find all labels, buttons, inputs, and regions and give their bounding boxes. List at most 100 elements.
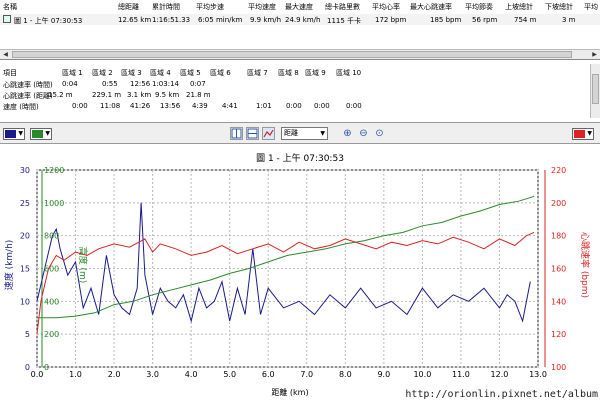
zone-hdr-4[interactable]: 區域 4 xyxy=(150,68,171,78)
zone-hdr-10[interactable]: 區域 10 xyxy=(336,68,361,78)
val-ascent: 754 m xyxy=(514,16,537,24)
x-tick-label: 1.0 xyxy=(69,370,82,379)
left-axis-color-picker[interactable]: ▼ xyxy=(3,128,25,140)
altitude-tick-label: 200 xyxy=(44,330,59,339)
x-tick-label: 5.0 xyxy=(223,370,236,379)
chart-grid xyxy=(36,169,539,368)
altitude-tick-label: 1200 xyxy=(44,166,64,175)
zone-vscrollbar[interactable] xyxy=(590,64,600,118)
zone-cell: 9.5 km xyxy=(155,91,180,99)
hdr-pace[interactable]: 平均步速 xyxy=(196,2,224,12)
zoom-out-icon[interactable]: ⊖ xyxy=(357,127,370,140)
scroll-right-icon[interactable]: ▶ xyxy=(590,51,599,58)
zone-cell: 1:03:14 xyxy=(152,80,179,88)
chevron-down-icon: ▼ xyxy=(18,130,23,137)
watermark-text: http://orionlin.pixnet.net/album xyxy=(405,389,598,400)
zone-cell: 0:00 xyxy=(346,102,362,110)
heart-rate-tick-label: 180 xyxy=(551,232,566,241)
altitude-tick-label: 600 xyxy=(44,265,59,274)
altitude-tick-label: 400 xyxy=(44,297,59,306)
grid-vertical-icon[interactable] xyxy=(230,127,243,140)
zone-hdr-5[interactable]: 區域 5 xyxy=(180,68,201,78)
hdr-time[interactable]: 累計時間 xyxy=(152,2,180,12)
zone-hdr-3[interactable]: 區域 3 xyxy=(121,68,142,78)
val-avg-hr: 172 bpm xyxy=(375,16,407,24)
x-tick-label: 8.0 xyxy=(339,370,352,379)
x-axis-select[interactable]: 距離 ▼ xyxy=(281,127,328,140)
altitude-tick-label: 1000 xyxy=(44,199,64,208)
zoom-in-icon[interactable]: ⊕ xyxy=(341,127,354,140)
color-swatch xyxy=(32,130,43,138)
val-distance: 12.65 km xyxy=(118,16,152,24)
hdr-distance[interactable]: 總距離 xyxy=(118,2,139,12)
heart-rate-tick-label: 100 xyxy=(551,363,566,372)
val-name: 圖 1 - 上午 07:30:53 xyxy=(14,17,83,25)
hdr-descent[interactable]: 下坡總計 xyxy=(545,2,573,12)
zone-hdr-9[interactable]: 區域 9 xyxy=(305,68,326,78)
zone-table: 項目 區域 1 區域 2 區域 3 區域 4 區域 5 區域 6 區域 7 區域… xyxy=(0,64,600,120)
speed-tick-label: 10 xyxy=(20,297,30,306)
zone-cell: 41:26 xyxy=(130,102,151,110)
hdr-calories[interactable]: 總卡路里數 xyxy=(325,2,360,12)
hdr-avg[interactable]: 平均 xyxy=(584,2,598,12)
zone-hdr-7[interactable]: 區域 7 xyxy=(247,68,268,78)
grid-horizontal-icon[interactable] xyxy=(246,127,259,140)
zone-cell: 15.2 m xyxy=(48,91,73,99)
x-tick-label: 6.0 xyxy=(262,370,275,379)
chart-title: 圖 1 - 上午 07:30:53 xyxy=(256,154,344,164)
val-pace: 6:05 min/km xyxy=(198,16,243,24)
zone-hdr-6[interactable]: 區域 6 xyxy=(210,68,231,78)
val-avg-speed: 9.9 km/h xyxy=(250,16,282,24)
zone-cell: 0:04 xyxy=(62,80,78,88)
x-tick-label: 13.0 xyxy=(529,370,547,379)
chart-toolbar: ▼ ▼ 距離 ▼ ⊕ ⊖ ⊙ ▼ xyxy=(0,122,600,144)
zone-cell: 3.1 km xyxy=(127,91,152,99)
heart-rate-tick-label: 220 xyxy=(551,166,566,175)
heart-rate-color-picker[interactable]: ▼ xyxy=(572,128,594,140)
hdr-ascent[interactable]: 上坡總計 xyxy=(505,2,533,12)
hdr-avg-hr[interactable]: 平均心率 xyxy=(372,2,400,12)
hdr-max-speed[interactable]: 最大速度 xyxy=(285,2,313,12)
x-tick-label: 2.0 xyxy=(108,370,121,379)
hdr-name[interactable]: 名稱 xyxy=(3,2,17,12)
heart-rate-tick-label: 140 xyxy=(551,297,566,306)
scroll-thumb[interactable] xyxy=(12,51,572,58)
zone-hdr-item[interactable]: 項目 xyxy=(3,68,17,78)
val-max-speed: 24.9 km/h xyxy=(285,16,321,24)
hdr-avg-speed[interactable]: 平均速度 xyxy=(248,2,276,12)
zone-row-label: 速度 (時間) xyxy=(3,103,39,111)
speed-tick-label: 5 xyxy=(25,330,30,339)
speed-axis-label: 速度 (km/h) xyxy=(3,240,15,291)
zone-cell: 0:07 xyxy=(190,80,206,88)
zone-row-label: 心跳速率 (時間) xyxy=(3,81,53,89)
zoom-reset-icon[interactable]: ⊙ xyxy=(373,127,386,140)
val-calories: 1115 千卡 xyxy=(327,17,362,25)
line-chart-icon[interactable] xyxy=(262,127,275,140)
speed-tick-label: 25 xyxy=(20,199,30,208)
zone-cell: 0:00 xyxy=(314,102,330,110)
altitude-tick-label: 0 xyxy=(44,363,49,372)
activity-chart[interactable]: 0.0 1.0 2.0 3.0 4.0 5.0 6.0 7.0 8.0 9.0 10.0 11.0 12… xyxy=(0,145,600,401)
summary-table: 名稱 總距離 累計時間 平均步速 平均速度 最大速度 總卡路里數 平均心率 最大… xyxy=(0,0,600,60)
scroll-left-icon[interactable]: ◀ xyxy=(1,51,10,58)
zone-cell: 13:56 xyxy=(160,102,181,110)
altitude-tick-label: 800 xyxy=(44,232,59,241)
scroll-thumb[interactable] xyxy=(592,74,599,104)
hdr-max-hr[interactable]: 最大心跳速率 xyxy=(410,2,452,12)
zone-cell: 4:39 xyxy=(192,102,208,110)
right-axis-color-picker[interactable]: ▼ xyxy=(30,128,52,140)
x-tick-label: 10.0 xyxy=(413,370,431,379)
zone-cell: 1:01 xyxy=(256,102,272,110)
zone-cell: 12:56 xyxy=(130,80,151,88)
summary-hscrollbar[interactable]: ◀ ▶ xyxy=(0,49,600,59)
zone-hdr-2[interactable]: 區域 2 xyxy=(92,68,113,78)
zone-hdr-1[interactable]: 區域 1 xyxy=(62,68,83,78)
val-max-hr: 185 bpm xyxy=(430,16,462,24)
val-cadence: 56 rpm xyxy=(472,16,498,24)
row-checkbox[interactable] xyxy=(3,15,11,23)
hdr-cadence[interactable]: 平均節奏 xyxy=(465,2,493,12)
zone-cell: 21.8 m xyxy=(186,91,211,99)
heart-rate-tick-label: 120 xyxy=(551,330,566,339)
x-tick-label: 12.0 xyxy=(491,370,509,379)
zone-hdr-8[interactable]: 區域 8 xyxy=(278,68,299,78)
